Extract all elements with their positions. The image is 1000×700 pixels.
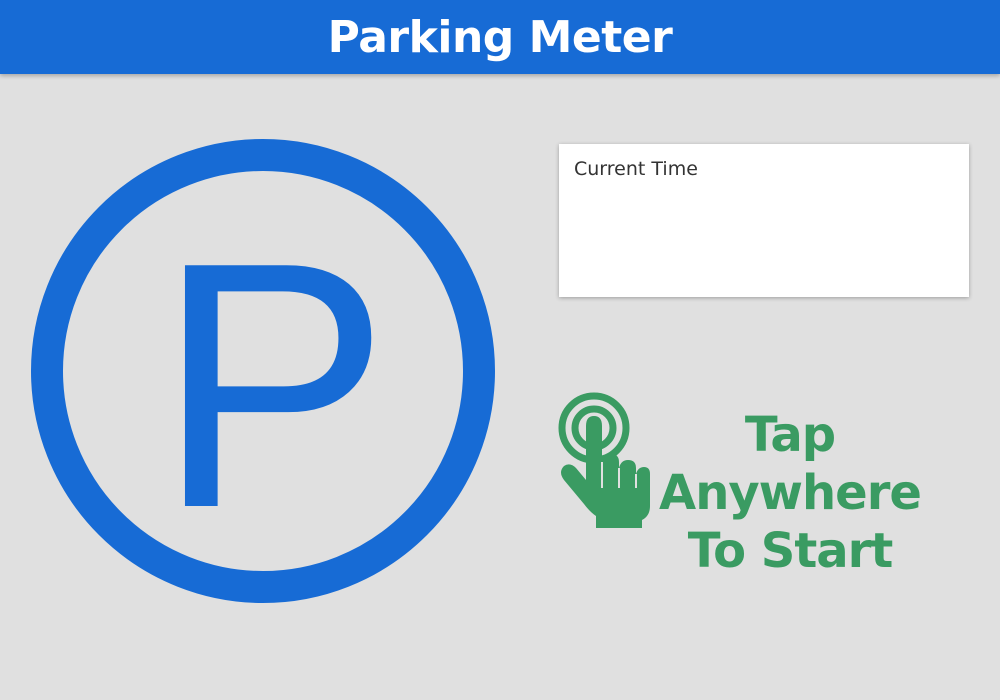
tap-hand-icon bbox=[556, 388, 652, 530]
parking-sign-letter: P bbox=[156, 190, 389, 581]
tap-to-start-prompt[interactable]: Tap Anywhere To Start bbox=[556, 388, 936, 588]
page-title: Parking Meter bbox=[327, 11, 673, 63]
tap-text-line-2: Anywhere bbox=[659, 465, 922, 521]
current-time-label: Current Time bbox=[574, 158, 698, 180]
tap-text-line-1: Tap bbox=[744, 407, 836, 463]
header-bar: Parking Meter bbox=[0, 0, 1000, 74]
tap-text-line-3: To Start bbox=[687, 523, 894, 579]
current-time-card: Current Time bbox=[559, 144, 969, 297]
parking-meter-screen[interactable]: { "header": { "title": "Parking Meter" }… bbox=[0, 0, 1000, 700]
parking-sign-icon: P bbox=[30, 138, 496, 604]
tap-to-start-text: Tap Anywhere To Start bbox=[656, 406, 924, 580]
